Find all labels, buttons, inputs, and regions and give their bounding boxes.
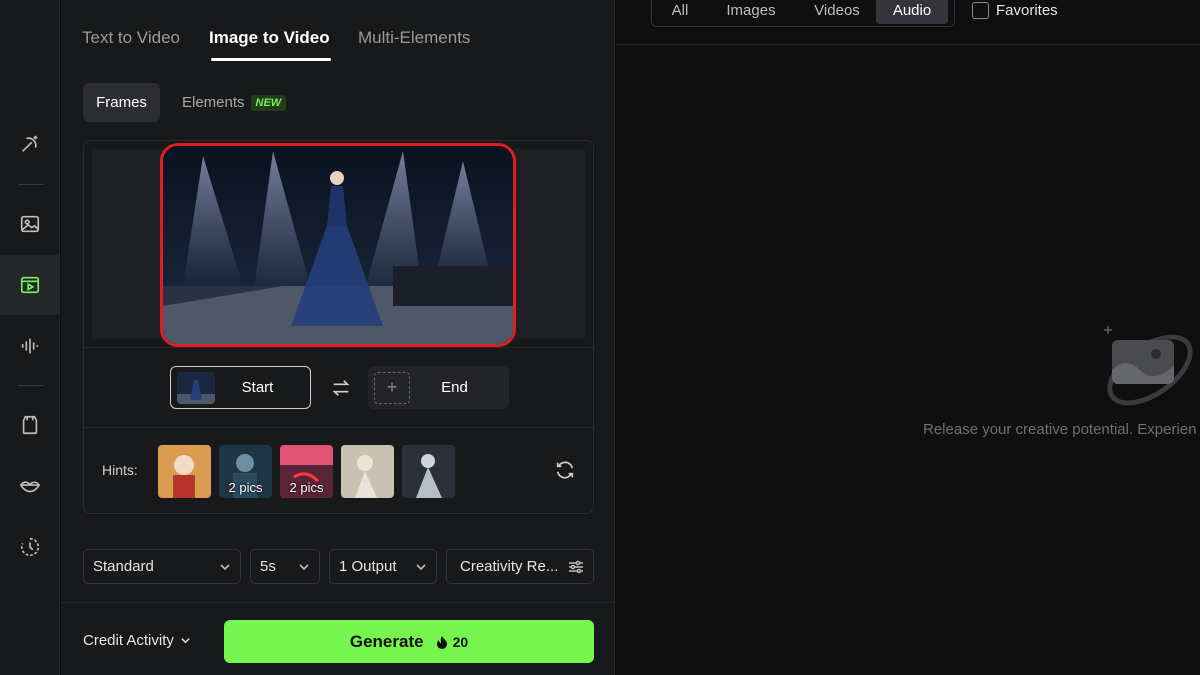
filter-images[interactable]: Images	[704, 0, 798, 24]
upload-card: Start + End Hints: 2 pics 2 pics	[83, 140, 595, 514]
duration-select[interactable]: 5s	[250, 549, 320, 584]
hint-thumbnail[interactable]: 2 pics	[280, 445, 333, 498]
creativity-settings-button[interactable]: Creativity Re...	[446, 549, 594, 584]
swap-icon	[332, 380, 350, 396]
credit-cost: 20	[436, 633, 469, 650]
credit-activity-dropdown[interactable]: Credit Activity	[83, 632, 191, 649]
image-icon	[20, 215, 40, 233]
rail-magic[interactable]	[0, 114, 60, 174]
chevron-down-icon	[181, 638, 190, 644]
swap-frames-button[interactable]	[330, 377, 352, 404]
chevron-down-icon	[220, 564, 230, 571]
video-icon	[20, 276, 40, 294]
duration-value: 5s	[260, 558, 276, 575]
chevron-down-icon	[416, 564, 426, 571]
hints-label: Hints:	[102, 462, 138, 478]
history-icon	[21, 537, 40, 557]
credit-cost-value: 20	[452, 633, 469, 650]
rail-divider	[18, 385, 44, 386]
generate-label: Generate	[349, 631, 424, 651]
generate-button[interactable]: Generate 20	[224, 620, 594, 663]
refresh-hints-button[interactable]	[554, 459, 576, 486]
planet-icon	[1098, 318, 1200, 418]
creativity-label: Creativity Re...	[460, 558, 559, 575]
refresh-icon	[556, 461, 574, 479]
credit-activity-label: Credit Activity	[83, 632, 174, 649]
chevron-down-icon	[299, 564, 309, 571]
tab-image-to-video[interactable]: Image to Video	[209, 28, 330, 48]
settings-sliders-icon	[569, 560, 583, 574]
start-frame-label: Start	[241, 379, 274, 396]
generation-panel: Text to Video Image to Video Multi-Eleme…	[61, 0, 615, 675]
hint-thumbnail[interactable]	[158, 445, 211, 498]
rail-audio[interactable]	[0, 316, 60, 376]
favorites-label: Favorites	[996, 2, 1058, 19]
start-frame-thumbnail	[177, 371, 215, 404]
asset-filter-bar: All Images Videos Audio	[651, 0, 955, 27]
rail-lips[interactable]	[0, 456, 60, 516]
flame-icon	[436, 635, 447, 649]
start-frame-button[interactable]: Start	[170, 366, 311, 409]
quality-select[interactable]: Standard	[83, 549, 241, 584]
audio-icon	[21, 338, 39, 354]
plus-icon: +	[374, 371, 410, 404]
rail-video[interactable]	[0, 255, 60, 315]
new-badge: NEW	[250, 94, 287, 111]
lips-icon	[19, 481, 41, 493]
subtab-elements-label: Elements	[182, 94, 245, 111]
uploaded-image-preview[interactable]	[160, 143, 516, 347]
favorites-toggle[interactable]: Favorites	[972, 2, 1058, 19]
rail-image[interactable]	[0, 194, 60, 254]
quality-value: Standard	[93, 558, 154, 575]
hint-thumbnail[interactable]	[341, 445, 394, 498]
runway-model-image	[163, 146, 513, 344]
outputs-select[interactable]: 1 Output	[329, 549, 437, 584]
tab-multi-elements[interactable]: Multi-Elements	[358, 28, 470, 48]
card-divider	[84, 347, 595, 348]
left-rail	[0, 0, 60, 675]
filter-videos[interactable]: Videos	[798, 0, 876, 24]
end-frame-button[interactable]: + End	[368, 366, 509, 409]
outputs-value: 1 Output	[339, 558, 397, 575]
magic-icon	[22, 135, 38, 152]
card-divider	[84, 427, 595, 428]
subtab-frames[interactable]: Frames	[83, 83, 160, 122]
hint-count-badge: 2 pics	[289, 480, 324, 495]
footer-divider	[61, 602, 615, 603]
rail-avatar[interactable]	[0, 395, 60, 455]
subtab-elements[interactable]: Elements NEW	[182, 83, 287, 122]
empty-state-message: Release your creative potential. Experie…	[923, 421, 1197, 438]
end-frame-label: End	[441, 379, 468, 396]
rail-history[interactable]	[0, 517, 60, 577]
hint-thumbnail[interactable]: 2 pics	[219, 445, 272, 498]
filter-audio[interactable]: Audio	[876, 0, 948, 24]
header-divider	[616, 44, 1200, 45]
rail-divider	[18, 184, 44, 185]
tab-text-to-video[interactable]: Text to Video	[82, 28, 180, 48]
hint-thumbnail[interactable]	[402, 445, 455, 498]
avatar-icon	[22, 415, 38, 435]
filter-all[interactable]: All	[656, 0, 704, 24]
favorites-checkbox[interactable]	[972, 2, 989, 19]
hint-count-badge: 2 pics	[228, 480, 263, 495]
active-tab-underline	[211, 58, 331, 61]
